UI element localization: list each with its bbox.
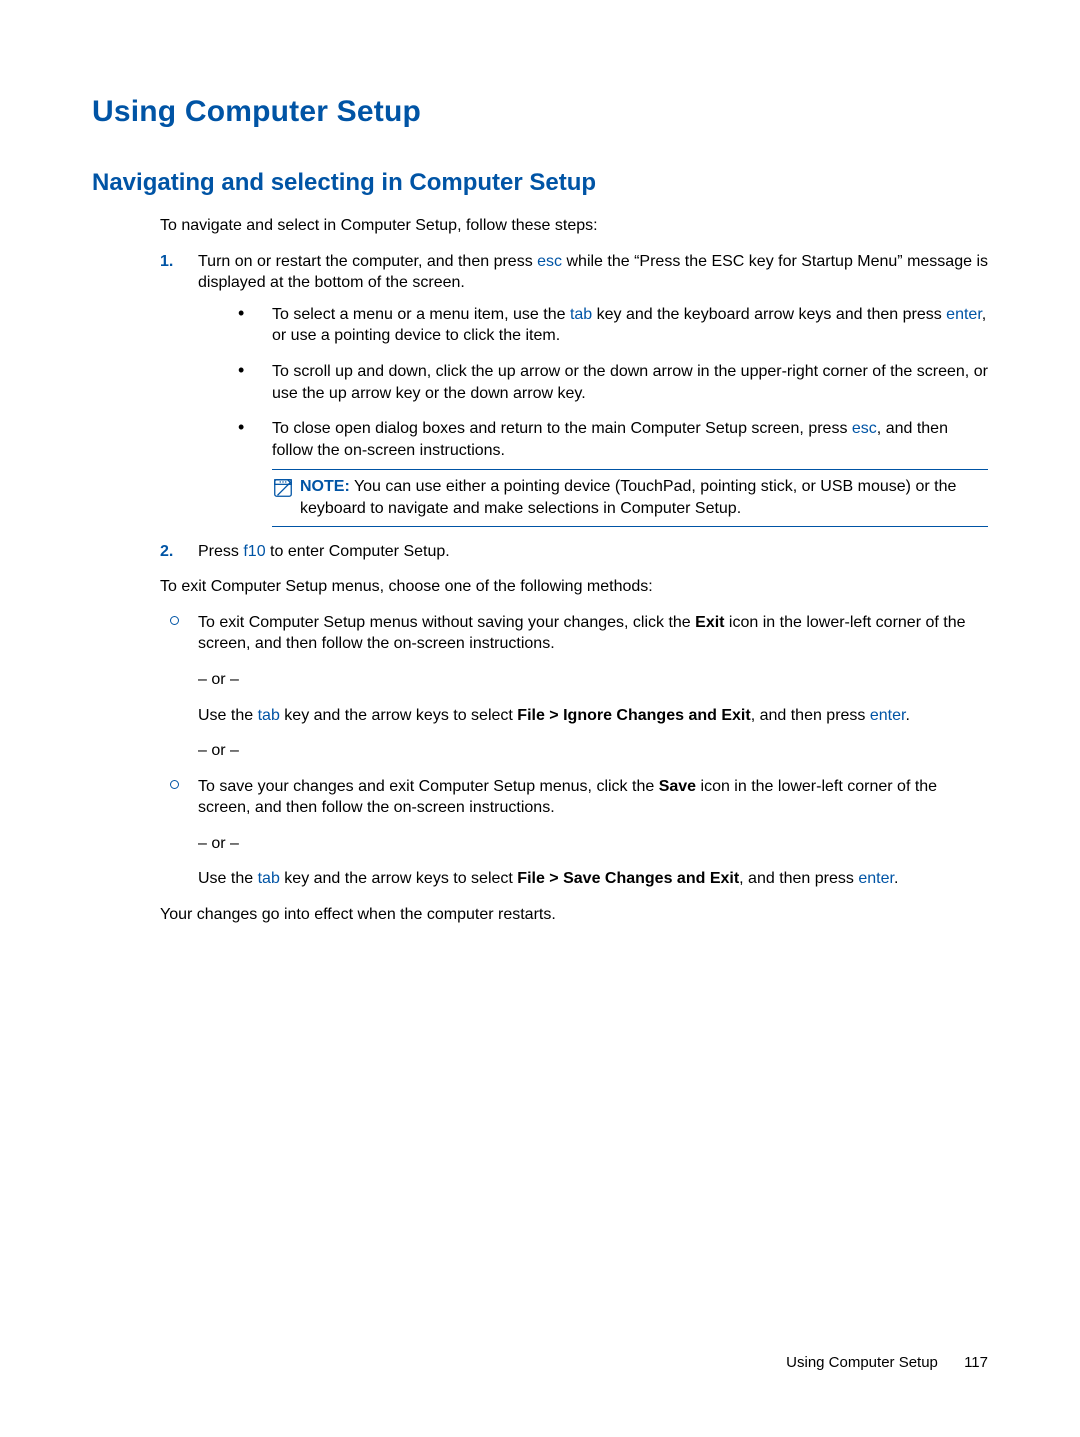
intro-paragraph: To navigate and select in Computer Setup…: [160, 215, 988, 237]
note-label: NOTE:: [300, 478, 350, 495]
key-esc: esc: [537, 253, 562, 270]
key-enter: enter: [946, 306, 982, 323]
key-tab: tab: [258, 707, 280, 724]
step-1: 1. Turn on or restart the computer, and …: [160, 251, 988, 527]
exit-without-saving: To exit Computer Setup menus without sav…: [160, 612, 988, 762]
page-heading: Using Computer Setup: [92, 95, 988, 129]
step-text: Press f10 to enter Computer Setup.: [198, 543, 450, 560]
exit-bullets: To exit Computer Setup menus without sav…: [160, 612, 988, 890]
or-separator: – or –: [198, 669, 988, 691]
open-bullet-icon: [170, 616, 179, 625]
step-2: 2. Press f10 to enter Computer Setup.: [160, 541, 988, 563]
menu-path: File > Ignore Changes and Exit: [517, 707, 750, 724]
bullet-scroll: To scroll up and down, click the up arro…: [238, 361, 988, 404]
exit-intro: To exit Computer Setup menus, choose one…: [160, 576, 988, 598]
key-tab: tab: [258, 870, 280, 887]
numbered-steps: 1. Turn on or restart the computer, and …: [160, 251, 988, 563]
note-icon: [272, 477, 294, 499]
open-bullet-icon: [170, 780, 179, 789]
page-footer: Using Computer Setup 117: [786, 1354, 988, 1371]
key-tab: tab: [570, 306, 592, 323]
exit-icon-name: Exit: [695, 614, 724, 631]
step-text: Turn on or restart the computer, and the…: [198, 253, 988, 292]
or-separator: – or –: [198, 833, 988, 855]
or-separator: – or –: [198, 740, 988, 762]
exit-save-alt-method: Use the tab key and the arrow keys to se…: [198, 868, 988, 890]
document-page: Using Computer Setup Navigating and sele…: [0, 0, 1080, 1437]
key-enter: enter: [870, 707, 906, 724]
menu-path: File > Save Changes and Exit: [517, 870, 739, 887]
exit-save-changes: To save your changes and exit Computer S…: [160, 776, 988, 890]
closing-paragraph: Your changes go into effect when the com…: [160, 904, 988, 926]
key-f10: f10: [243, 543, 265, 560]
step-number: 1.: [160, 251, 173, 273]
body-text: To navigate and select in Computer Setup…: [160, 215, 988, 926]
page-number: 117: [964, 1354, 988, 1371]
save-icon-name: Save: [659, 778, 696, 795]
note-box: NOTE: You can use either a pointing devi…: [272, 469, 988, 526]
note-text: NOTE: You can use either a pointing devi…: [300, 476, 988, 519]
bullet-select-menu: To select a menu or a menu item, use the…: [238, 304, 988, 347]
bullet-close-dialog: To close open dialog boxes and return to…: [238, 418, 988, 526]
footer-section: Using Computer Setup: [786, 1354, 938, 1371]
key-enter: enter: [858, 870, 894, 887]
step-number: 2.: [160, 541, 173, 563]
section-heading: Navigating and selecting in Computer Set…: [92, 169, 988, 197]
sub-bullets: To select a menu or a menu item, use the…: [238, 304, 988, 527]
key-esc: esc: [852, 420, 877, 437]
exit-alt-method: Use the tab key and the arrow keys to se…: [198, 705, 988, 727]
